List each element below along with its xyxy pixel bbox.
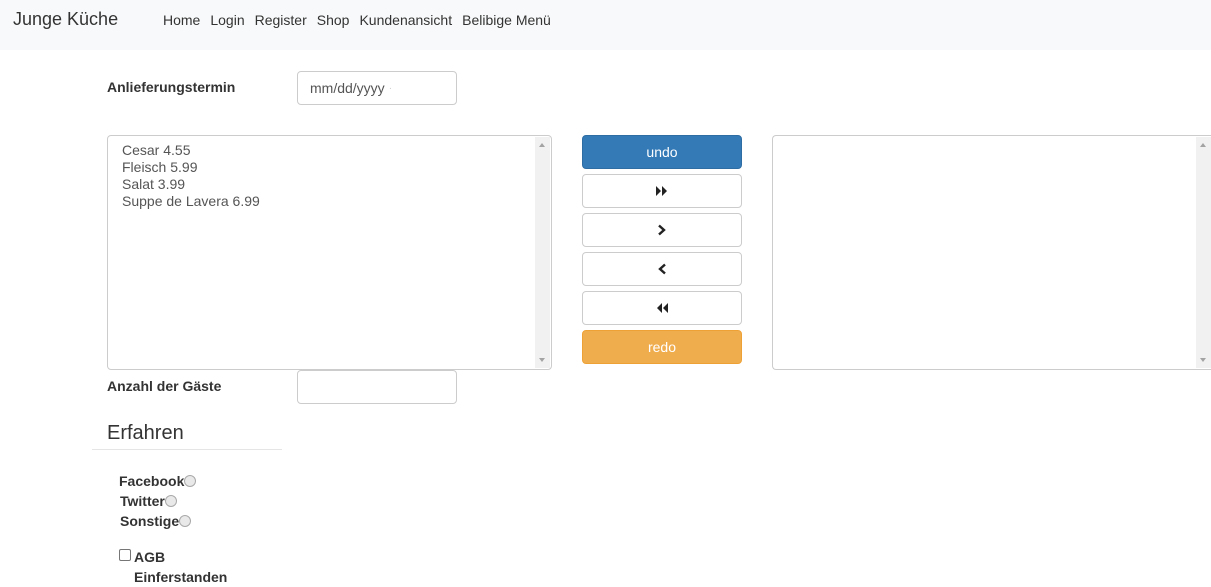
list-item[interactable]: Cesar 4.55 (122, 142, 537, 159)
radio-option-twitter[interactable]: Twitter (120, 493, 177, 509)
list-item[interactable]: Fleisch 5.99 (122, 159, 537, 176)
chevron-left-icon (658, 263, 666, 275)
radio-label: Twitter (120, 493, 165, 509)
nav-links: Home Login Register Shop Kundenansicht B… (163, 12, 551, 28)
list-item[interactable]: Salat 3.99 (122, 176, 537, 193)
date-placeholder: mm/dd/yyyy (310, 80, 385, 96)
nav-link-login[interactable]: Login (210, 12, 244, 28)
delivery-date-input[interactable]: mm/dd/yyyy · (297, 71, 457, 105)
radio-button-facebook[interactable] (184, 475, 197, 487)
experience-heading: Erfahren (107, 422, 184, 444)
guests-input[interactable] (297, 370, 457, 404)
undo-button[interactable]: undo (582, 135, 742, 169)
scroll-up-arrow-icon[interactable] (539, 143, 545, 147)
double-chevron-right-icon (656, 186, 667, 196)
double-chevron-left-icon (657, 303, 668, 313)
agb-checkbox[interactable] (119, 549, 131, 561)
menu-listbox[interactable]: Cesar 4.55 Fleisch 5.99 Salat 3.99 Suppe… (107, 135, 552, 370)
radio-button-sonstige[interactable] (179, 515, 192, 527)
radio-option-sonstige[interactable]: Sonstige (120, 513, 192, 529)
chevron-right-icon (658, 224, 666, 236)
nav-link-shop[interactable]: Shop (317, 12, 350, 28)
menu-items-list: Cesar 4.55 Fleisch 5.99 Salat 3.99 Suppe… (108, 136, 551, 216)
scroll-down-arrow-icon[interactable] (539, 358, 545, 362)
radio-label: Facebook (119, 473, 185, 489)
nav-link-home[interactable]: Home (163, 12, 200, 28)
nav-link-kundenansicht[interactable]: Kundenansicht (359, 12, 452, 28)
redo-button[interactable]: redo (582, 330, 742, 364)
radio-option-facebook[interactable]: Facebook (119, 473, 197, 489)
menu-listbox-scrollbar[interactable] (535, 137, 550, 368)
guests-label: Anzahl der Gäste (107, 378, 222, 394)
move-right-button[interactable] (582, 213, 742, 247)
selected-listbox[interactable] (772, 135, 1211, 370)
move-left-button[interactable] (582, 252, 742, 286)
list-item[interactable]: Suppe de Lavera 6.99 (122, 193, 537, 210)
date-separator-icon: · (388, 82, 393, 94)
brand-logo-text[interactable]: Junge Küche (13, 9, 118, 30)
delivery-date-label: Anlieferungstermin (107, 79, 236, 95)
move-all-left-button[interactable] (582, 291, 742, 325)
agb-label[interactable]: AGB Einferstanden (134, 547, 244, 587)
nav-link-belibige-menu[interactable]: Belibige Menü (462, 12, 551, 28)
heading-divider (92, 449, 282, 450)
scroll-up-arrow-icon[interactable] (1200, 143, 1206, 147)
selected-listbox-scrollbar[interactable] (1196, 137, 1211, 368)
move-all-right-button[interactable] (582, 174, 742, 208)
navbar: Junge Küche Home Login Register Shop Kun… (0, 0, 1211, 50)
scroll-down-arrow-icon[interactable] (1200, 358, 1206, 362)
radio-label: Sonstige (120, 513, 180, 529)
radio-button-twitter[interactable] (164, 495, 177, 507)
nav-link-register[interactable]: Register (255, 12, 307, 28)
